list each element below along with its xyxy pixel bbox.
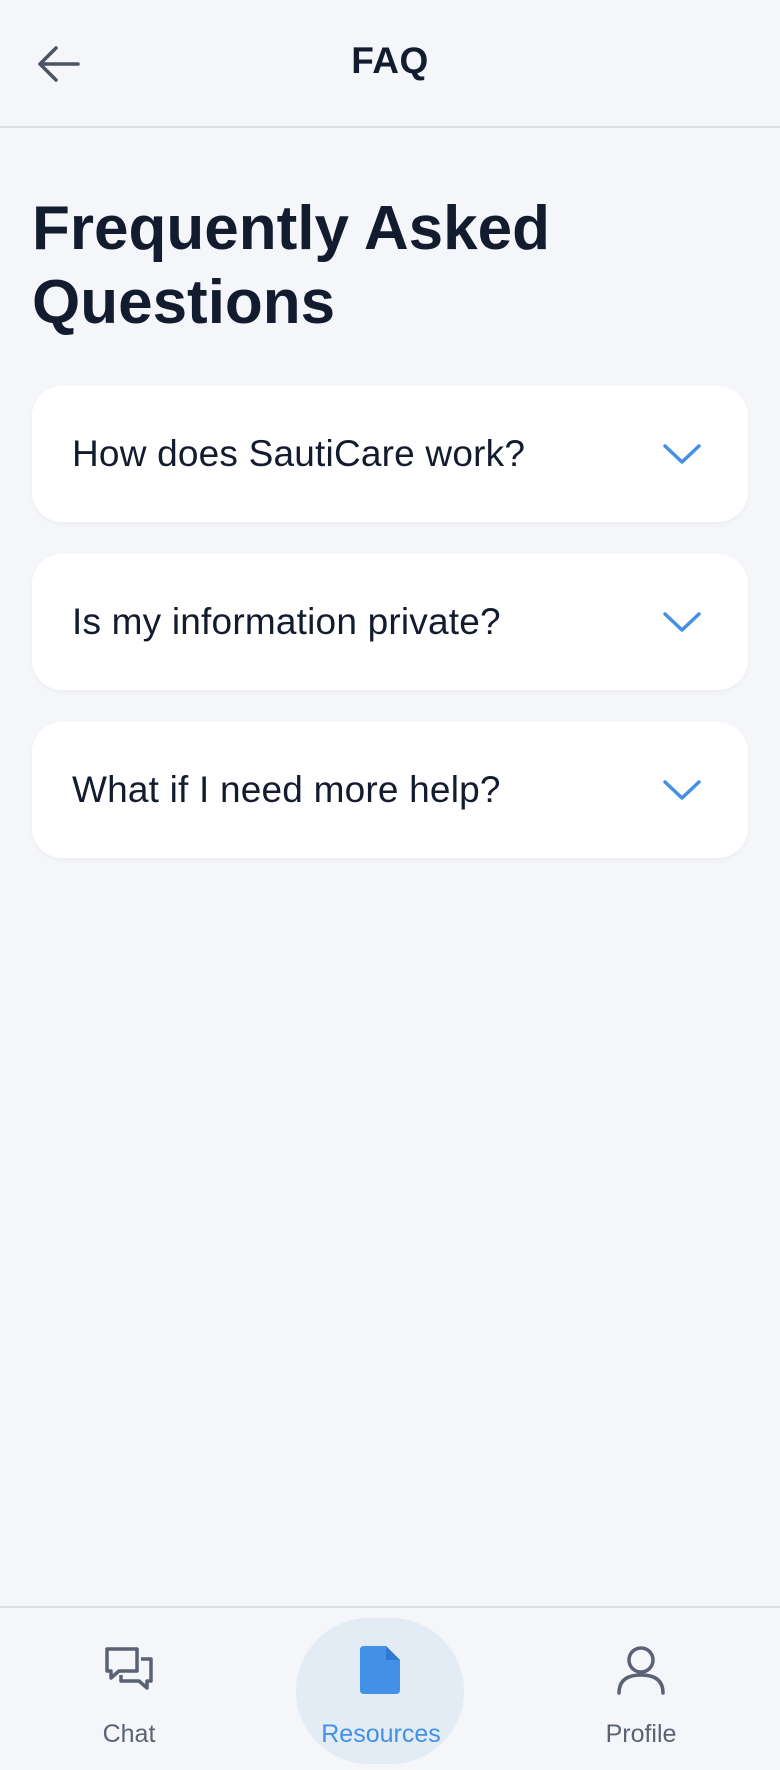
header-title: FAQ [351, 40, 429, 81]
chevron-down-icon [663, 612, 701, 632]
chat-bubbles-icon [103, 1644, 155, 1696]
faq-item-more-help[interactable]: What if I need more help? [32, 722, 748, 858]
nav-item-profile[interactable]: Profile [556, 1608, 726, 1770]
nav-label: Profile [605, 1720, 677, 1748]
document-icon [355, 1644, 407, 1696]
nav-item-resources[interactable]: Resources [296, 1608, 466, 1770]
user-icon [615, 1644, 667, 1696]
nav-item-chat[interactable]: Chat [44, 1608, 214, 1770]
bottom-nav: Chat Resources Profile [0, 1606, 780, 1768]
faq-question: Is my information private? [72, 601, 501, 642]
nav-label: Resources [321, 1720, 441, 1748]
chevron-down-icon [663, 444, 701, 464]
faq-item-how-it-works[interactable]: How does SautiCare work? [32, 386, 748, 522]
faq-question: What if I need more help? [72, 769, 501, 810]
app-header: FAQ [0, 0, 780, 128]
faq-question: How does SautiCare work? [72, 433, 526, 474]
nav-label: Chat [102, 1720, 156, 1748]
chevron-down-icon [663, 780, 701, 800]
faq-item-privacy[interactable]: Is my information private? [32, 554, 748, 690]
page-title: Frequently Asked Questions [32, 194, 550, 337]
